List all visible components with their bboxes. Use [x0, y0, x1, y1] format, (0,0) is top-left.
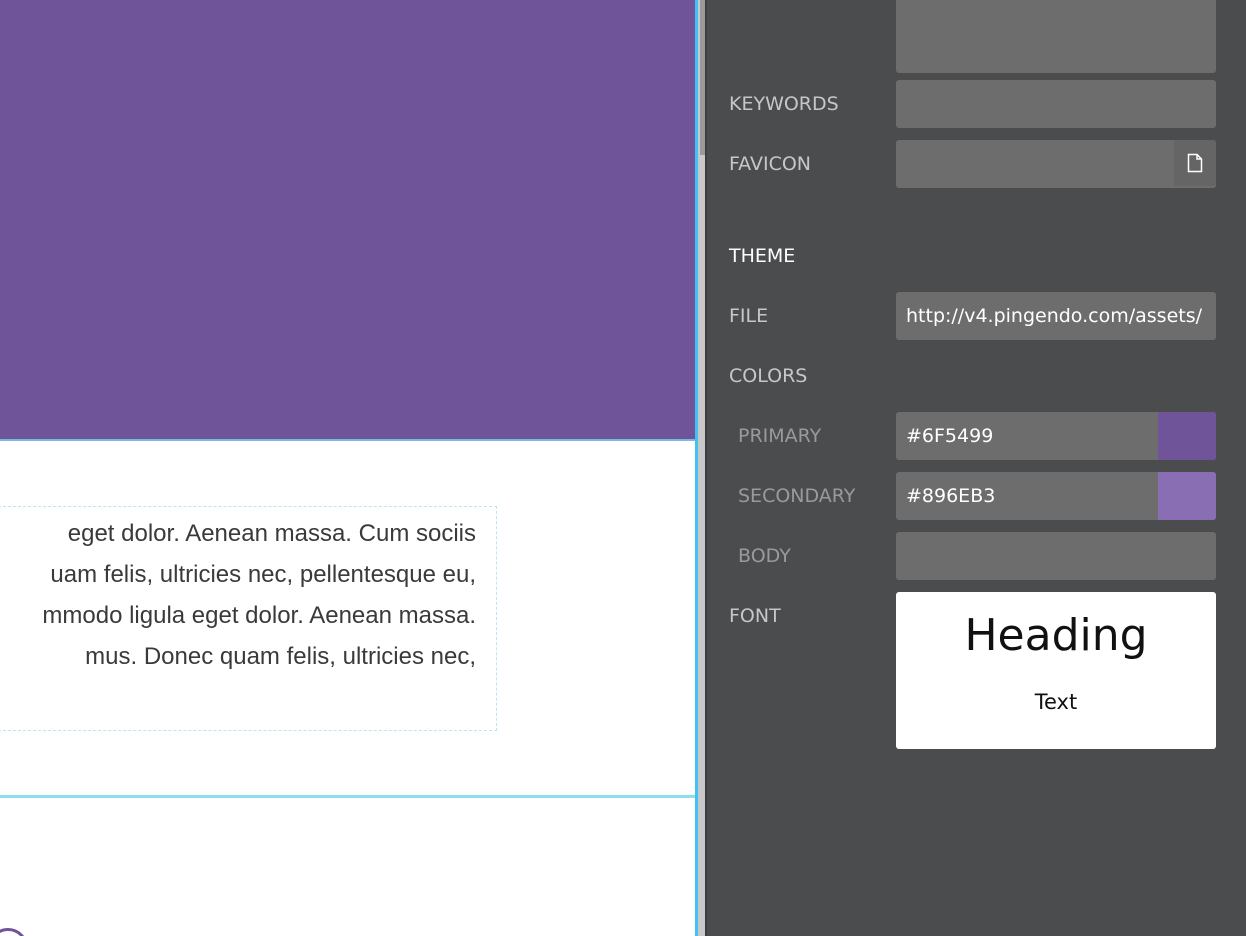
font-label: FONT — [729, 605, 781, 627]
keywords-label: KEYWORDS — [729, 93, 839, 115]
circle-element[interactable] — [0, 928, 28, 936]
page-canvas: eget dolor. Aenean massa. Cum sociis uam… — [0, 0, 696, 936]
keywords-field[interactable] — [896, 80, 1216, 128]
theme-section-label: THEME — [729, 245, 796, 267]
secondary-color-field[interactable] — [896, 472, 1216, 520]
primary-color-label: PRIMARY — [738, 425, 822, 447]
body-color-label: BODY — [738, 545, 791, 567]
favicon-field[interactable] — [896, 140, 1216, 188]
paragraph: eget dolor. Aenean massa. Cum sociis uam… — [0, 513, 476, 677]
paragraph-line: mus. Donec quam felis, ultricies nec, — [85, 643, 476, 670]
colors-label: COLORS — [729, 365, 808, 387]
theme-file-input[interactable] — [896, 292, 1216, 340]
paragraph-line: eget dolor. Aenean massa. Cum sociis — [67, 520, 476, 547]
theme-file-field[interactable] — [896, 292, 1216, 340]
primary-color-swatch[interactable] — [1158, 412, 1216, 460]
body-color-field[interactable] — [896, 532, 1216, 580]
primary-color-field[interactable] — [896, 412, 1216, 460]
properties-panel: KEYWORDS FAVICON THEME FILE COLORS PRIMA… — [707, 0, 1246, 936]
description-field[interactable] — [896, 0, 1216, 73]
favicon-browse-button[interactable] — [1174, 140, 1216, 186]
body-color-input[interactable] — [896, 532, 1216, 580]
keywords-input[interactable] — [896, 80, 1216, 128]
primary-color-input[interactable] — [896, 412, 1158, 460]
text-block[interactable]: eget dolor. Aenean massa. Cum sociis uam… — [0, 506, 497, 731]
theme-file-label: FILE — [729, 305, 769, 327]
hero-section[interactable] — [0, 0, 696, 441]
favicon-label: FAVICON — [729, 153, 812, 175]
font-preview[interactable]: Heading Text — [896, 592, 1216, 749]
font-preview-heading: Heading — [964, 610, 1148, 661]
font-preview-text: Text — [1034, 690, 1078, 714]
favicon-input[interactable] — [896, 140, 1216, 188]
secondary-color-label: SECONDARY — [738, 485, 856, 507]
secondary-color-swatch[interactable] — [1158, 472, 1216, 520]
paragraph-line: mmodo ligula eget dolor. Aenean massa. — [42, 602, 476, 629]
file-icon — [1187, 153, 1203, 173]
secondary-color-input[interactable] — [896, 472, 1158, 520]
paragraph-line: uam felis, ultricies nec, pellentesque e… — [50, 561, 476, 588]
section-divider — [0, 795, 696, 798]
